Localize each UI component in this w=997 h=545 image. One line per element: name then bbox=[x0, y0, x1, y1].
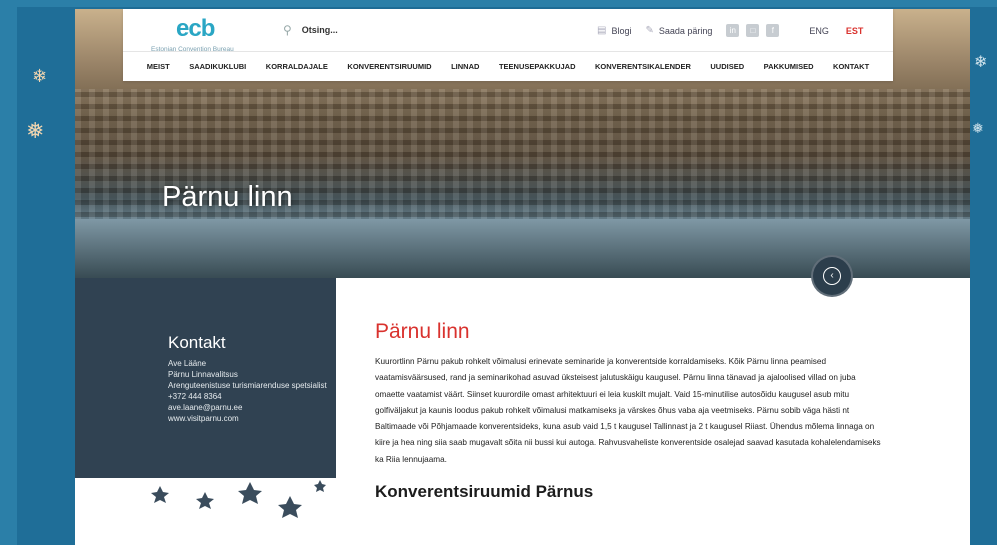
contact-sidebar: Kontakt Ave Lääne Pärnu Linnavalitsus Ar… bbox=[75, 278, 336, 478]
edit-icon: ✎ bbox=[645, 25, 654, 36]
snowflake-icon: ❅ bbox=[26, 118, 45, 143]
ecb-logo[interactable]: ecb Estonian Convention Bureau bbox=[151, 15, 251, 53]
nav-item-uudised[interactable]: UUDISED bbox=[710, 62, 744, 71]
blog-icon: ▤ bbox=[597, 25, 607, 36]
contact-website[interactable]: www.visitparnu.com bbox=[168, 413, 328, 424]
site-header: ecb Estonian Convention Bureau ⚲ ▤ Blogi… bbox=[123, 9, 893, 81]
nav-item-korraldajale[interactable]: KORRALDAJALE bbox=[266, 62, 328, 71]
snowflake-icon bbox=[196, 492, 214, 509]
contact-heading: Kontakt bbox=[168, 333, 226, 352]
search-bar: ⚲ bbox=[283, 23, 422, 37]
snowflake-icon bbox=[238, 482, 262, 504]
contact-role: Arenguteenistuse turismiarenduse spetsia… bbox=[168, 381, 327, 390]
search-icon[interactable]: ⚲ bbox=[283, 23, 292, 37]
main-nav: MEIST SAADIKUKLUBI KORRALDAJALE KONVEREN… bbox=[123, 51, 893, 81]
top-links: ▤ Blogi ✎ Saada päring in □ f ENG EST bbox=[597, 24, 863, 37]
content-body: Kuurortlinn Pärnu pakub rohkelt võimalus… bbox=[375, 357, 881, 464]
contact-name: Ave Lääne bbox=[168, 359, 207, 368]
content-subheading: Konverentsiruumid Pärnus bbox=[375, 482, 594, 502]
snowflake-icon: ❄ bbox=[32, 66, 48, 86]
back-icon: ‹ bbox=[823, 267, 841, 285]
blog-link[interactable]: ▤ Blogi bbox=[597, 25, 631, 36]
request-link[interactable]: ✎ Saada päring bbox=[645, 25, 712, 36]
nav-item-teenusepakkujad[interactable]: TEENUSEPAKKUJAD bbox=[499, 62, 576, 71]
nav-item-kontakt[interactable]: KONTAKT bbox=[833, 62, 869, 71]
snowflake-icon: ❅ bbox=[972, 120, 984, 136]
nav-item-linnad[interactable]: LINNAD bbox=[451, 62, 479, 71]
logo-mark: ecb bbox=[176, 15, 215, 42]
facebook-icon[interactable]: f bbox=[766, 24, 780, 37]
contact-phone[interactable]: +372 444 8364 bbox=[168, 391, 328, 402]
snowflake-decoration bbox=[151, 480, 326, 518]
contact-org: Pärnu Linnavalitsus bbox=[168, 370, 238, 379]
nav-item-pakkumised[interactable]: PAKKUMISED bbox=[764, 62, 814, 71]
nav-item-meist[interactable]: MEIST bbox=[147, 62, 170, 71]
content-title: Pärnu linn bbox=[375, 320, 470, 343]
linkedin-icon[interactable]: in bbox=[726, 24, 740, 37]
instagram-icon[interactable]: □ bbox=[746, 24, 760, 37]
lang-est[interactable]: EST bbox=[846, 26, 864, 36]
nav-item-konverentsikalender[interactable]: KONVERENTSIKALENDER bbox=[595, 62, 691, 71]
lang-eng[interactable]: ENG bbox=[809, 26, 829, 36]
language-switcher: ENG EST bbox=[809, 26, 863, 36]
search-input[interactable] bbox=[301, 25, 422, 35]
back-button[interactable]: ‹ bbox=[811, 255, 853, 297]
contact-email[interactable]: ave.laane@parnu.ee bbox=[168, 402, 328, 413]
nav-item-konverentsiruumid[interactable]: KONVERENTSIRUUMID bbox=[347, 62, 431, 71]
main-content: Pärnu linn Kuurortlinn Pärnu pakub rohke… bbox=[375, 320, 885, 502]
snowflake-icon bbox=[314, 480, 326, 492]
snowflake-icon: ❄ bbox=[974, 54, 988, 71]
nav-item-saadikuklubi[interactable]: SAADIKUKLUBI bbox=[189, 62, 246, 71]
social-links: in □ f bbox=[726, 24, 780, 37]
snowflake-icon bbox=[278, 496, 302, 518]
hero-title: Pärnu linn bbox=[162, 181, 293, 213]
snowflake-icon bbox=[151, 486, 169, 503]
